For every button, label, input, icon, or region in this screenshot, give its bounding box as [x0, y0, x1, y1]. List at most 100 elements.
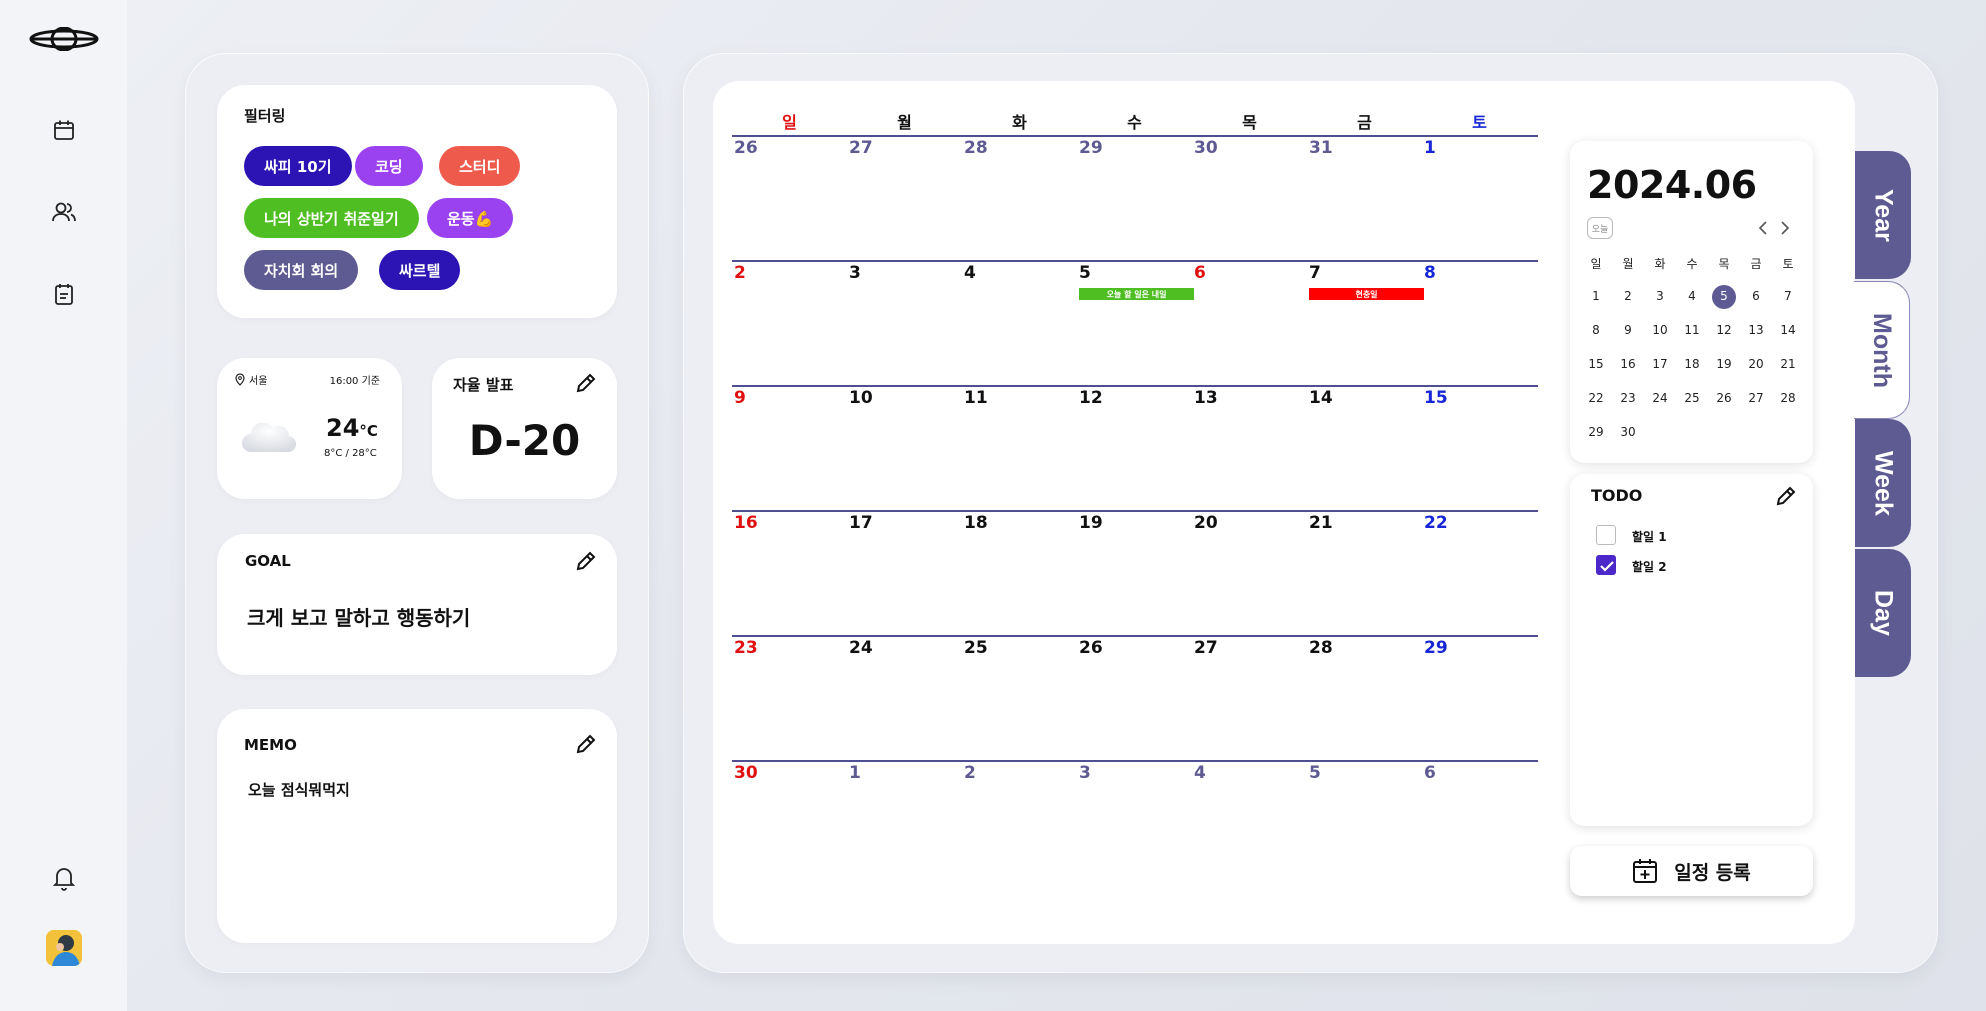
- calendar-day[interactable]: 3: [849, 263, 861, 283]
- mini-day[interactable]: 7: [1772, 289, 1804, 303]
- calendar-day[interactable]: 23: [734, 638, 758, 658]
- calendar-day[interactable]: 28: [1309, 638, 1333, 658]
- filter-chip-exercise[interactable]: 운동💪: [427, 198, 514, 238]
- calendar-day[interactable]: 26: [1079, 638, 1103, 658]
- tab-week[interactable]: Week: [1855, 419, 1911, 547]
- mini-day[interactable]: 16: [1612, 357, 1644, 371]
- mini-day[interactable]: 13: [1740, 323, 1772, 337]
- mini-day[interactable]: 2: [1612, 289, 1644, 303]
- calendar-day[interactable]: 22: [1424, 513, 1448, 533]
- mini-day[interactable]: 28: [1772, 391, 1804, 405]
- calendar-day[interactable]: 10: [849, 388, 873, 408]
- mini-day[interactable]: 20: [1740, 357, 1772, 371]
- logo-icon[interactable]: [0, 24, 127, 54]
- calendar-day[interactable]: 31: [1309, 138, 1333, 158]
- calendar-day[interactable]: 7: [1309, 263, 1321, 283]
- calendar-day[interactable]: 21: [1309, 513, 1333, 533]
- calendar-day[interactable]: 29: [1424, 638, 1448, 658]
- mini-day[interactable]: 6: [1740, 289, 1772, 303]
- calendar-day[interactable]: 2: [734, 263, 746, 283]
- chevron-left-icon[interactable]: [1754, 217, 1772, 239]
- calendar-day[interactable]: 25: [964, 638, 988, 658]
- calendar-day[interactable]: 14: [1309, 388, 1333, 408]
- calendar-day[interactable]: 4: [964, 263, 976, 283]
- users-icon[interactable]: [0, 198, 127, 226]
- calendar-day[interactable]: 17: [849, 513, 873, 533]
- todo-checkbox[interactable]: [1596, 555, 1616, 575]
- mini-day[interactable]: 30: [1612, 425, 1644, 439]
- calendar-day[interactable]: 30: [1194, 138, 1218, 158]
- calendar-day[interactable]: 8: [1424, 263, 1436, 283]
- calendar-day[interactable]: 12: [1079, 388, 1103, 408]
- today-button[interactable]: 오늘: [1587, 217, 1613, 239]
- todo-checkbox[interactable]: [1596, 525, 1616, 545]
- calendar-day[interactable]: 26: [734, 138, 758, 158]
- calendar-day[interactable]: 28: [964, 138, 988, 158]
- mini-day[interactable]: 27: [1740, 391, 1772, 405]
- calendar-day[interactable]: 19: [1079, 513, 1103, 533]
- mini-day[interactable]: 3: [1644, 289, 1676, 303]
- filter-chip-ssafy[interactable]: 싸피 10기: [244, 146, 352, 186]
- memo-text[interactable]: 오늘 점식뭐먹지: [248, 779, 350, 800]
- mini-day[interactable]: 25: [1676, 391, 1708, 405]
- mini-day[interactable]: 8: [1580, 323, 1612, 337]
- filter-chip-diary[interactable]: 나의 상반기 취준일기: [244, 198, 419, 238]
- filter-chip-coding[interactable]: 코딩: [355, 146, 423, 186]
- notepad-icon[interactable]: [0, 280, 127, 308]
- calendar-day[interactable]: 5: [1309, 763, 1321, 783]
- mini-day[interactable]: 22: [1580, 391, 1612, 405]
- mini-day[interactable]: 15: [1580, 357, 1612, 371]
- mini-day[interactable]: 4: [1676, 289, 1708, 303]
- calendar-day[interactable]: 18: [964, 513, 988, 533]
- calendar-day[interactable]: 3: [1079, 763, 1091, 783]
- chevron-right-icon[interactable]: [1776, 217, 1794, 239]
- add-schedule-button[interactable]: 일정 등록: [1570, 846, 1813, 896]
- calendar-day[interactable]: 1: [1424, 138, 1436, 158]
- calendar-day[interactable]: 29: [1079, 138, 1103, 158]
- calendar-day[interactable]: 20: [1194, 513, 1218, 533]
- avatar[interactable]: [0, 929, 127, 967]
- calendar-day[interactable]: 2: [964, 763, 976, 783]
- calendar-day[interactable]: 24: [849, 638, 873, 658]
- bell-icon[interactable]: [0, 864, 127, 892]
- calendar-day[interactable]: 4: [1194, 763, 1206, 783]
- mini-day[interactable]: 9: [1612, 323, 1644, 337]
- mini-day[interactable]: 23: [1612, 391, 1644, 405]
- edit-pencil-icon[interactable]: [1775, 485, 1797, 507]
- calendar-event[interactable]: 현충일: [1309, 288, 1424, 300]
- edit-pencil-icon[interactable]: [575, 733, 597, 755]
- mini-day[interactable]: 24: [1644, 391, 1676, 405]
- calendar-event[interactable]: 오늘 할 일은 내일: [1079, 288, 1194, 300]
- mini-day[interactable]: 21: [1772, 357, 1804, 371]
- mini-day[interactable]: 19: [1708, 357, 1740, 371]
- calendar-day[interactable]: 30: [734, 763, 758, 783]
- calendar-day[interactable]: 6: [1424, 763, 1436, 783]
- mini-day[interactable]: 18: [1676, 357, 1708, 371]
- calendar-day[interactable]: 5: [1079, 263, 1091, 283]
- calendar-icon[interactable]: [0, 116, 127, 144]
- mini-day[interactable]: 29: [1580, 425, 1612, 439]
- filter-chip-council[interactable]: 자치회 회의: [244, 250, 359, 290]
- mini-day[interactable]: 11: [1676, 323, 1708, 337]
- filter-chip-study[interactable]: 스터디: [439, 146, 521, 186]
- edit-pencil-icon[interactable]: [575, 372, 597, 394]
- edit-pencil-icon[interactable]: [575, 550, 597, 572]
- calendar-day[interactable]: 13: [1194, 388, 1218, 408]
- tab-day[interactable]: Day: [1855, 549, 1911, 677]
- mini-day[interactable]: 5: [1708, 289, 1740, 303]
- mini-day[interactable]: 26: [1708, 391, 1740, 405]
- mini-day[interactable]: 12: [1708, 323, 1740, 337]
- filter-chip-sartel[interactable]: 싸르텔: [379, 250, 461, 290]
- calendar-day[interactable]: 27: [1194, 638, 1218, 658]
- tab-month[interactable]: Month: [1854, 281, 1910, 419]
- mini-day[interactable]: 10: [1644, 323, 1676, 337]
- mini-day[interactable]: 14: [1772, 323, 1804, 337]
- calendar-day[interactable]: 11: [964, 388, 988, 408]
- calendar-day[interactable]: 9: [734, 388, 746, 408]
- calendar-day[interactable]: 16: [734, 513, 758, 533]
- tab-year[interactable]: Year: [1855, 151, 1911, 279]
- calendar-day[interactable]: 1: [849, 763, 861, 783]
- calendar-day[interactable]: 27: [849, 138, 873, 158]
- calendar-day[interactable]: 6: [1194, 263, 1206, 283]
- mini-day[interactable]: 1: [1580, 289, 1612, 303]
